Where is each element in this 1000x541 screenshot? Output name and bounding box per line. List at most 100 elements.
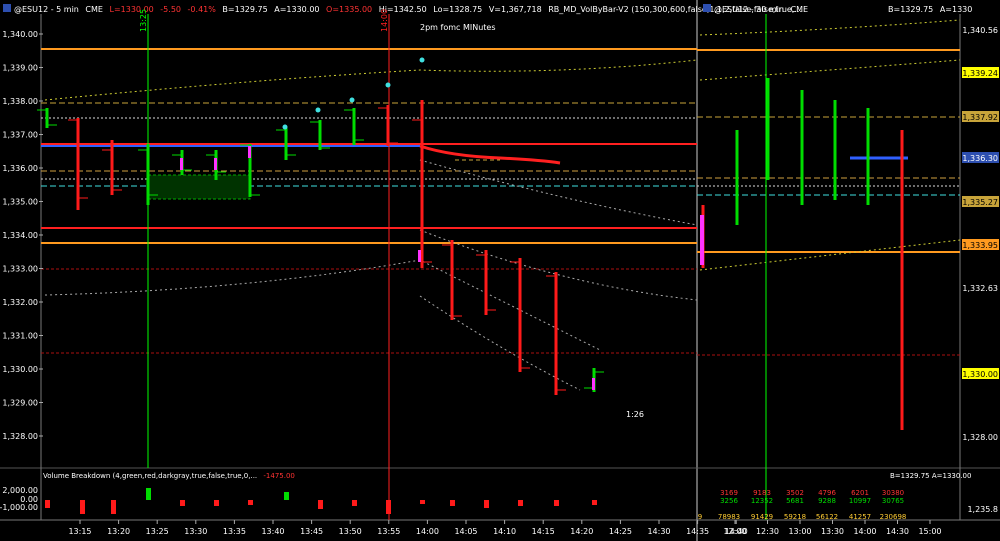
volume-row-value: 5681 [786,497,804,505]
volume-row-value: 78983 [718,513,740,521]
price-tick-label: 1,336.30 [962,154,998,163]
time-tick-label: 14:15 [532,527,555,536]
svg-text:@ESU12 - 30 min CME: @ESU12 - 30 min CME [714,5,808,14]
chart-settings-icon[interactable] [3,4,11,12]
price-tick-label: 1,337.00 [2,131,38,140]
volume-row-value: 56122 [816,513,838,521]
volume-bar [386,500,391,514]
time-tick-label: 13:30 [184,527,207,536]
price-tick-label: 1,337.92 [962,113,998,122]
volume-panel-header: B=1329.75 A=1330.00 [890,472,971,480]
time-tick-label: 13:00 [788,527,811,536]
marker-bar [592,378,595,390]
volume-row-value: 30380 [882,489,904,497]
price-tick-label: 1,330.00 [2,365,38,374]
time-tick-label: 13:55 [377,527,400,536]
time-tick-label: 13:20 [107,527,130,536]
time-tick-label: 15:00 [918,527,941,536]
price-tick-label: 1,338.00 [2,97,38,106]
price-tick-label: 1,332.63 [962,284,998,293]
price-tick-label: 1,330.00 [962,370,998,379]
price-tick-label: 1,328.00 [962,433,998,442]
left-chart-header: @ESU12 - 5 min CME L=1330.00 -5.50 -0.41… [3,4,802,14]
volume-bar [352,500,357,506]
marker-bar [700,215,704,265]
time-tick-label: 14:30 [886,527,909,536]
time-tick-label: 14:20 [570,527,593,536]
volume-row-value: 10997 [849,497,871,505]
volume-bar [111,500,116,514]
price-tick-label: 1,331.00 [2,332,38,341]
time-tick-label: 14:00 [416,527,439,536]
price-tick-label: 1,335.27 [962,198,998,207]
volume-tick: 2,000.00 [2,486,38,495]
ask-value: A=1330.00 [274,5,319,14]
marker-bar [248,146,251,158]
svg-text:B=1329.75 A=1330: B=1329.75 A=1330 [888,5,972,14]
trading-charts: @ESU12 - 5 min CME L=1330.00 -5.50 -0.41… [0,0,1000,541]
time-tick-label: 13:30 [821,527,844,536]
volume-bar [45,500,50,508]
price-tick-label: 1,339.00 [2,64,38,73]
symbol-label: @ESU12 - 5 min [14,5,79,14]
svg-text:Volume Breakdown (4,green,red,: Volume Breakdown (4,green,red,darkgray,t… [43,472,295,480]
volume-panel-value: -1475.00 [263,472,294,480]
price-tick-label: 1,340.00 [2,30,38,39]
marker-bar [418,250,421,262]
volume-row-value: 6201 [851,489,869,497]
volume-row-value: 59218 [784,513,806,521]
price-tick-label: 1,333.95 [962,241,998,250]
volume-row-value: 9183 [753,489,771,497]
time-tick-label: 14:35 [686,527,709,536]
volume-bar [592,500,597,505]
time-tick-label: 13:50 [339,527,362,536]
volume-row-value: 9288 [818,497,836,505]
low-value: Lo=1328.75 [433,5,482,14]
time-tick-label: 14:10 [493,527,516,536]
price-tick-label: 1,334.00 [2,231,38,240]
price-tick-label: 1,333.00 [2,265,38,274]
time-tick-label: 12:00 [723,527,746,536]
time-tick-label: 14:05 [454,527,477,536]
change-value: -5.50 [160,5,181,14]
price-tick-label: 1,332.00 [2,298,38,307]
time-tick-label: 14:25 [609,527,632,536]
time-tick-label: 13:40 [261,527,284,536]
volume-row-value: 91429 [751,513,773,521]
volume-row-value: 3502 [786,489,804,497]
volume-bar [554,500,559,506]
volume-bar [214,500,219,506]
time-tick-label: 12:30 [756,527,779,536]
marker-bar [180,158,183,170]
marker-bar [214,158,217,170]
volume-bar [180,500,185,506]
exchange-label: CME [791,5,809,14]
price-tick-label: 1,329.00 [2,399,38,408]
time-tick-label: 14:00 [853,527,876,536]
time-tick-label: 13:45 [300,527,323,536]
volume-panel-title: Volume Breakdown (4,green,red,darkgray,t… [43,472,257,480]
signal-dot [282,124,288,130]
volume-row-value: 4796 [818,489,836,497]
chart-settings-icon[interactable] [703,4,711,12]
volume-row-value: 230698 [880,513,907,521]
price-tick-label: 1,339.24 [962,69,998,78]
volume-row-value: 9 [698,513,702,521]
price-tick-label: 1,328.00 [2,432,38,441]
bid-value: B=1329.75 [222,5,267,14]
time-tick-label: 13:25 [146,527,169,536]
volume-bar [318,500,323,509]
volume-bar [420,500,425,504]
ask-value: A=1330 [940,5,973,14]
time-tick-label: 13:35 [223,527,246,536]
volume-bar [450,500,455,506]
exchange-label: CME [85,5,103,14]
volume-bar [80,500,85,514]
signal-dot [349,97,355,103]
volume-bar [248,500,253,505]
volume-bar [284,492,289,500]
volume-tick: 1,235.8 [967,505,998,514]
volume-row-value: 30765 [882,497,904,505]
time-tick-label: 13:15 [68,527,91,536]
volume-row-value: 3169 [720,489,738,497]
